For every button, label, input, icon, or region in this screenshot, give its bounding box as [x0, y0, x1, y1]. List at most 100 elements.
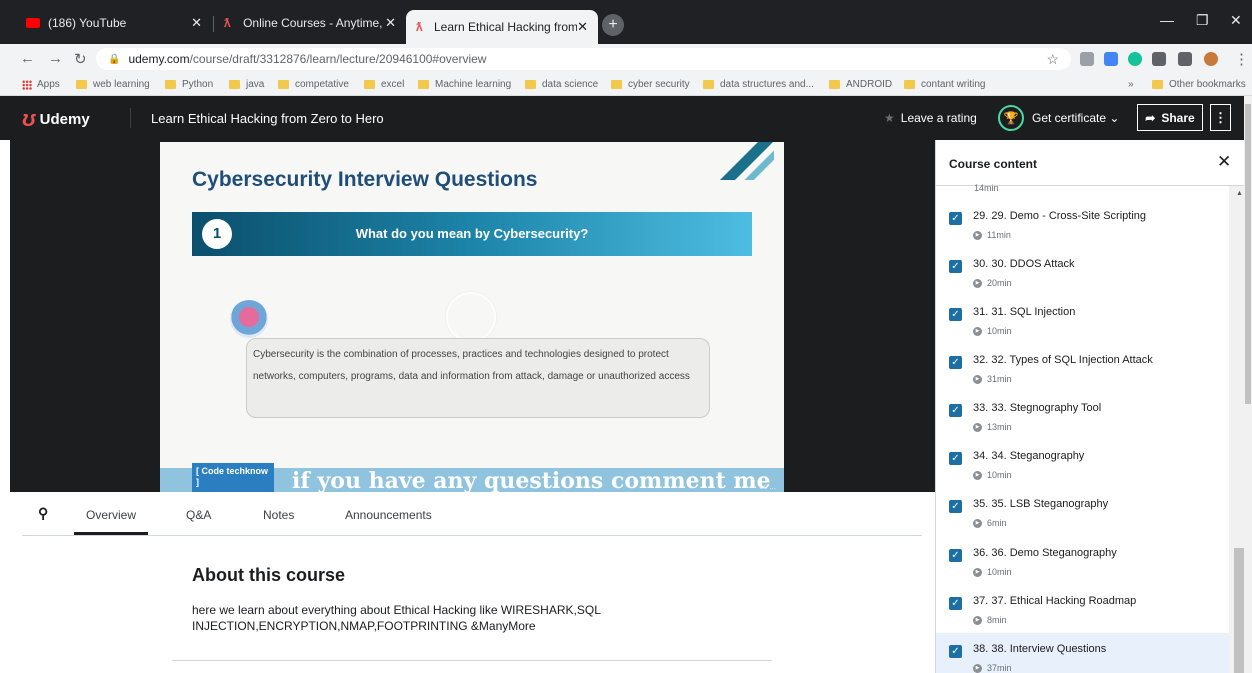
- lecture-item[interactable]: ✓ 31. 31. SQL Injection ▶ 10min: [936, 296, 1229, 344]
- new-tab-button[interactable]: +: [602, 14, 624, 36]
- checkbox-checked-icon[interactable]: ✓: [949, 500, 962, 513]
- bookmark-label: cyber security: [628, 79, 690, 90]
- udemy-logo[interactable]: ʊ Udemy: [22, 106, 90, 132]
- play-icon: ▶: [973, 663, 982, 673]
- menu-kebab-icon[interactable]: ⋮: [1234, 50, 1249, 68]
- cast-icon[interactable]: [1080, 52, 1094, 66]
- lecture-item-current[interactable]: ✓ 38. 38. Interview Questions ▶ 37min: [936, 633, 1229, 673]
- restore-icon[interactable]: ❐: [1196, 12, 1209, 29]
- bookmark-label: data science: [542, 79, 599, 90]
- udemy-icon: ƛ: [416, 20, 423, 34]
- close-icon[interactable]: ✕: [1217, 152, 1231, 172]
- lecture-item[interactable]: ✓ 33. 33. Stegnography Tool ▶ 13min: [936, 392, 1229, 440]
- lecture-title: 32. 32. Types of SQL Injection Attack: [973, 354, 1153, 366]
- tab-qa[interactable]: Q&A: [186, 508, 211, 522]
- bookmark-folder[interactable]: competative: [278, 79, 349, 90]
- more-options-button[interactable]: ⋮: [1210, 104, 1231, 131]
- close-icon[interactable]: ✕: [577, 19, 588, 35]
- lecture-item[interactable]: ✓ 35. 35. LSB Steganography ▶ 6min: [936, 488, 1229, 536]
- address-bar[interactable]: 🔒 udemy.com /course/draft/3312876/learn/…: [96, 48, 1071, 70]
- share-button[interactable]: ➦ Share: [1137, 104, 1203, 131]
- bookmark-folder[interactable]: Python: [165, 79, 213, 90]
- partial-duration: 14min: [974, 183, 999, 193]
- duration-label: 13min: [987, 422, 1012, 432]
- reload-icon[interactable]: ↻: [74, 50, 87, 68]
- bookmark-folder[interactable]: web learning: [76, 79, 150, 90]
- checkbox-checked-icon[interactable]: ✓: [949, 356, 962, 369]
- watermark-text: if you have any questions comment me: [292, 468, 771, 492]
- captions-icon[interactable]: cc ...: [759, 482, 776, 491]
- page-scroll-thumb[interactable]: [1245, 104, 1251, 404]
- bookmark-folder[interactable]: data science: [525, 79, 598, 90]
- bookmark-label: ANDROID: [846, 79, 893, 90]
- tab-overview[interactable]: Overview: [86, 508, 136, 522]
- bookmark-apps[interactable]: Apps: [22, 79, 60, 90]
- lecture-duration: ▶ 6min: [973, 518, 1007, 528]
- lecture-item[interactable]: ✓ 29. 29. Demo - Cross-Site Scripting ▶ 1…: [936, 200, 1229, 248]
- get-certificate-button[interactable]: Get certificate ⌄: [1032, 111, 1119, 125]
- checkbox-checked-icon[interactable]: ✓: [949, 404, 962, 417]
- grammarly-icon[interactable]: [1128, 52, 1142, 66]
- close-icon[interactable]: ✕: [191, 15, 202, 31]
- search-icon[interactable]: ⚲: [38, 505, 48, 522]
- avatar[interactable]: [1204, 52, 1218, 66]
- folder-icon: [703, 80, 714, 89]
- browser-tab-online-courses[interactable]: ƛ Online Courses - Anytime, Anywh ✕: [214, 10, 406, 36]
- bookmark-star-icon[interactable]: ☆: [1046, 51, 1059, 68]
- tab-title: Learn Ethical Hacking from Zero: [433, 20, 578, 34]
- slide-frame[interactable]: Cybersecurity Interview Questions 1 What…: [160, 142, 784, 492]
- checkbox-checked-icon[interactable]: ✓: [949, 645, 962, 658]
- minimize-icon[interactable]: —: [1160, 12, 1174, 28]
- lecture-item[interactable]: ✓ 37. 37. Ethical Hacking Roadmap ▶ 8min: [936, 585, 1229, 633]
- browser-tab-youtube[interactable]: (186) YouTube ✕: [16, 10, 212, 36]
- folder-icon: [1152, 80, 1163, 89]
- lecture-title: 31. 31. SQL Injection: [973, 306, 1076, 318]
- page-scrollbar[interactable]: [1244, 96, 1252, 673]
- checkbox-checked-icon[interactable]: ✓: [949, 308, 962, 321]
- back-icon[interactable]: ←: [20, 50, 35, 67]
- browser-tab-strip: (186) YouTube ✕ ƛ Online Courses - Anyti…: [0, 0, 1252, 44]
- lecture-item[interactable]: ✓ 36. 36. Demo Steganography ▶ 10min: [936, 537, 1229, 585]
- bookmark-folder[interactable]: ANDROID: [829, 79, 892, 90]
- lecture-title: 35. 35. LSB Steganography: [973, 498, 1109, 510]
- leave-rating-button[interactable]: ★ Leave a rating: [884, 111, 977, 125]
- duration-label: 11min: [987, 230, 1011, 240]
- bookmark-label: contant writing: [921, 79, 986, 90]
- get-certificate-label: Get certificate: [1032, 111, 1107, 125]
- course-title[interactable]: Learn Ethical Hacking from Zero to Hero: [151, 111, 384, 126]
- bookmark-folder[interactable]: excel: [364, 79, 404, 90]
- folder-icon: [165, 80, 176, 89]
- puzzle-icon[interactable]: [1152, 52, 1166, 66]
- checkbox-checked-icon[interactable]: ✓: [949, 549, 962, 562]
- checkbox-checked-icon[interactable]: ✓: [949, 597, 962, 610]
- forward-icon[interactable]: →: [48, 50, 63, 67]
- reading-list-icon[interactable]: [1178, 52, 1192, 66]
- lecture-item[interactable]: ✓ 34. 34. Steganography ▶ 10min: [936, 440, 1229, 488]
- bookmark-folder[interactable]: data structures and...: [703, 79, 814, 90]
- bookmark-folder[interactable]: cyber security: [611, 79, 690, 90]
- scroll-up-icon[interactable]: ▲: [1236, 190, 1243, 197]
- bookmarks-overflow[interactable]: »: [1128, 79, 1134, 90]
- bookmark-folder[interactable]: java: [229, 79, 264, 90]
- checkbox-checked-icon[interactable]: ✓: [949, 452, 962, 465]
- bookmark-label: Python: [182, 79, 214, 90]
- url-path: /course/draft/3312876/learn/lecture/2094…: [189, 52, 487, 66]
- tab-announcements[interactable]: Announcements: [345, 508, 432, 522]
- bookmark-folder[interactable]: contant writing: [904, 79, 985, 90]
- sidebar-header: Course content ✕: [936, 140, 1252, 186]
- lecture-item[interactable]: ✓ 30. 30. DDOS Attack ▶ 20min: [936, 248, 1229, 296]
- trophy-icon[interactable]: 🏆: [998, 105, 1024, 131]
- window-close-icon[interactable]: ✕: [1230, 12, 1242, 29]
- other-bookmarks[interactable]: Other bookmarks: [1152, 79, 1246, 90]
- play-icon: ▶: [973, 278, 982, 288]
- extension-icon[interactable]: [1104, 52, 1118, 66]
- url-domain: udemy.com: [128, 52, 190, 66]
- lecture-item[interactable]: ✓ 32. 32. Types of SQL Injection Attack …: [936, 344, 1229, 392]
- close-icon[interactable]: ✕: [385, 15, 396, 31]
- browser-tab-active[interactable]: ƛ Learn Ethical Hacking from Zero ✕: [406, 10, 598, 44]
- tab-notes[interactable]: Notes: [263, 508, 294, 522]
- checkbox-checked-icon[interactable]: ✓: [949, 260, 962, 273]
- course-content-sidebar: Course content ✕ 14min ✓ 29. 29. Demo - …: [935, 140, 1252, 673]
- checkbox-checked-icon[interactable]: ✓: [949, 212, 962, 225]
- bookmark-folder[interactable]: Machine learning: [418, 79, 511, 90]
